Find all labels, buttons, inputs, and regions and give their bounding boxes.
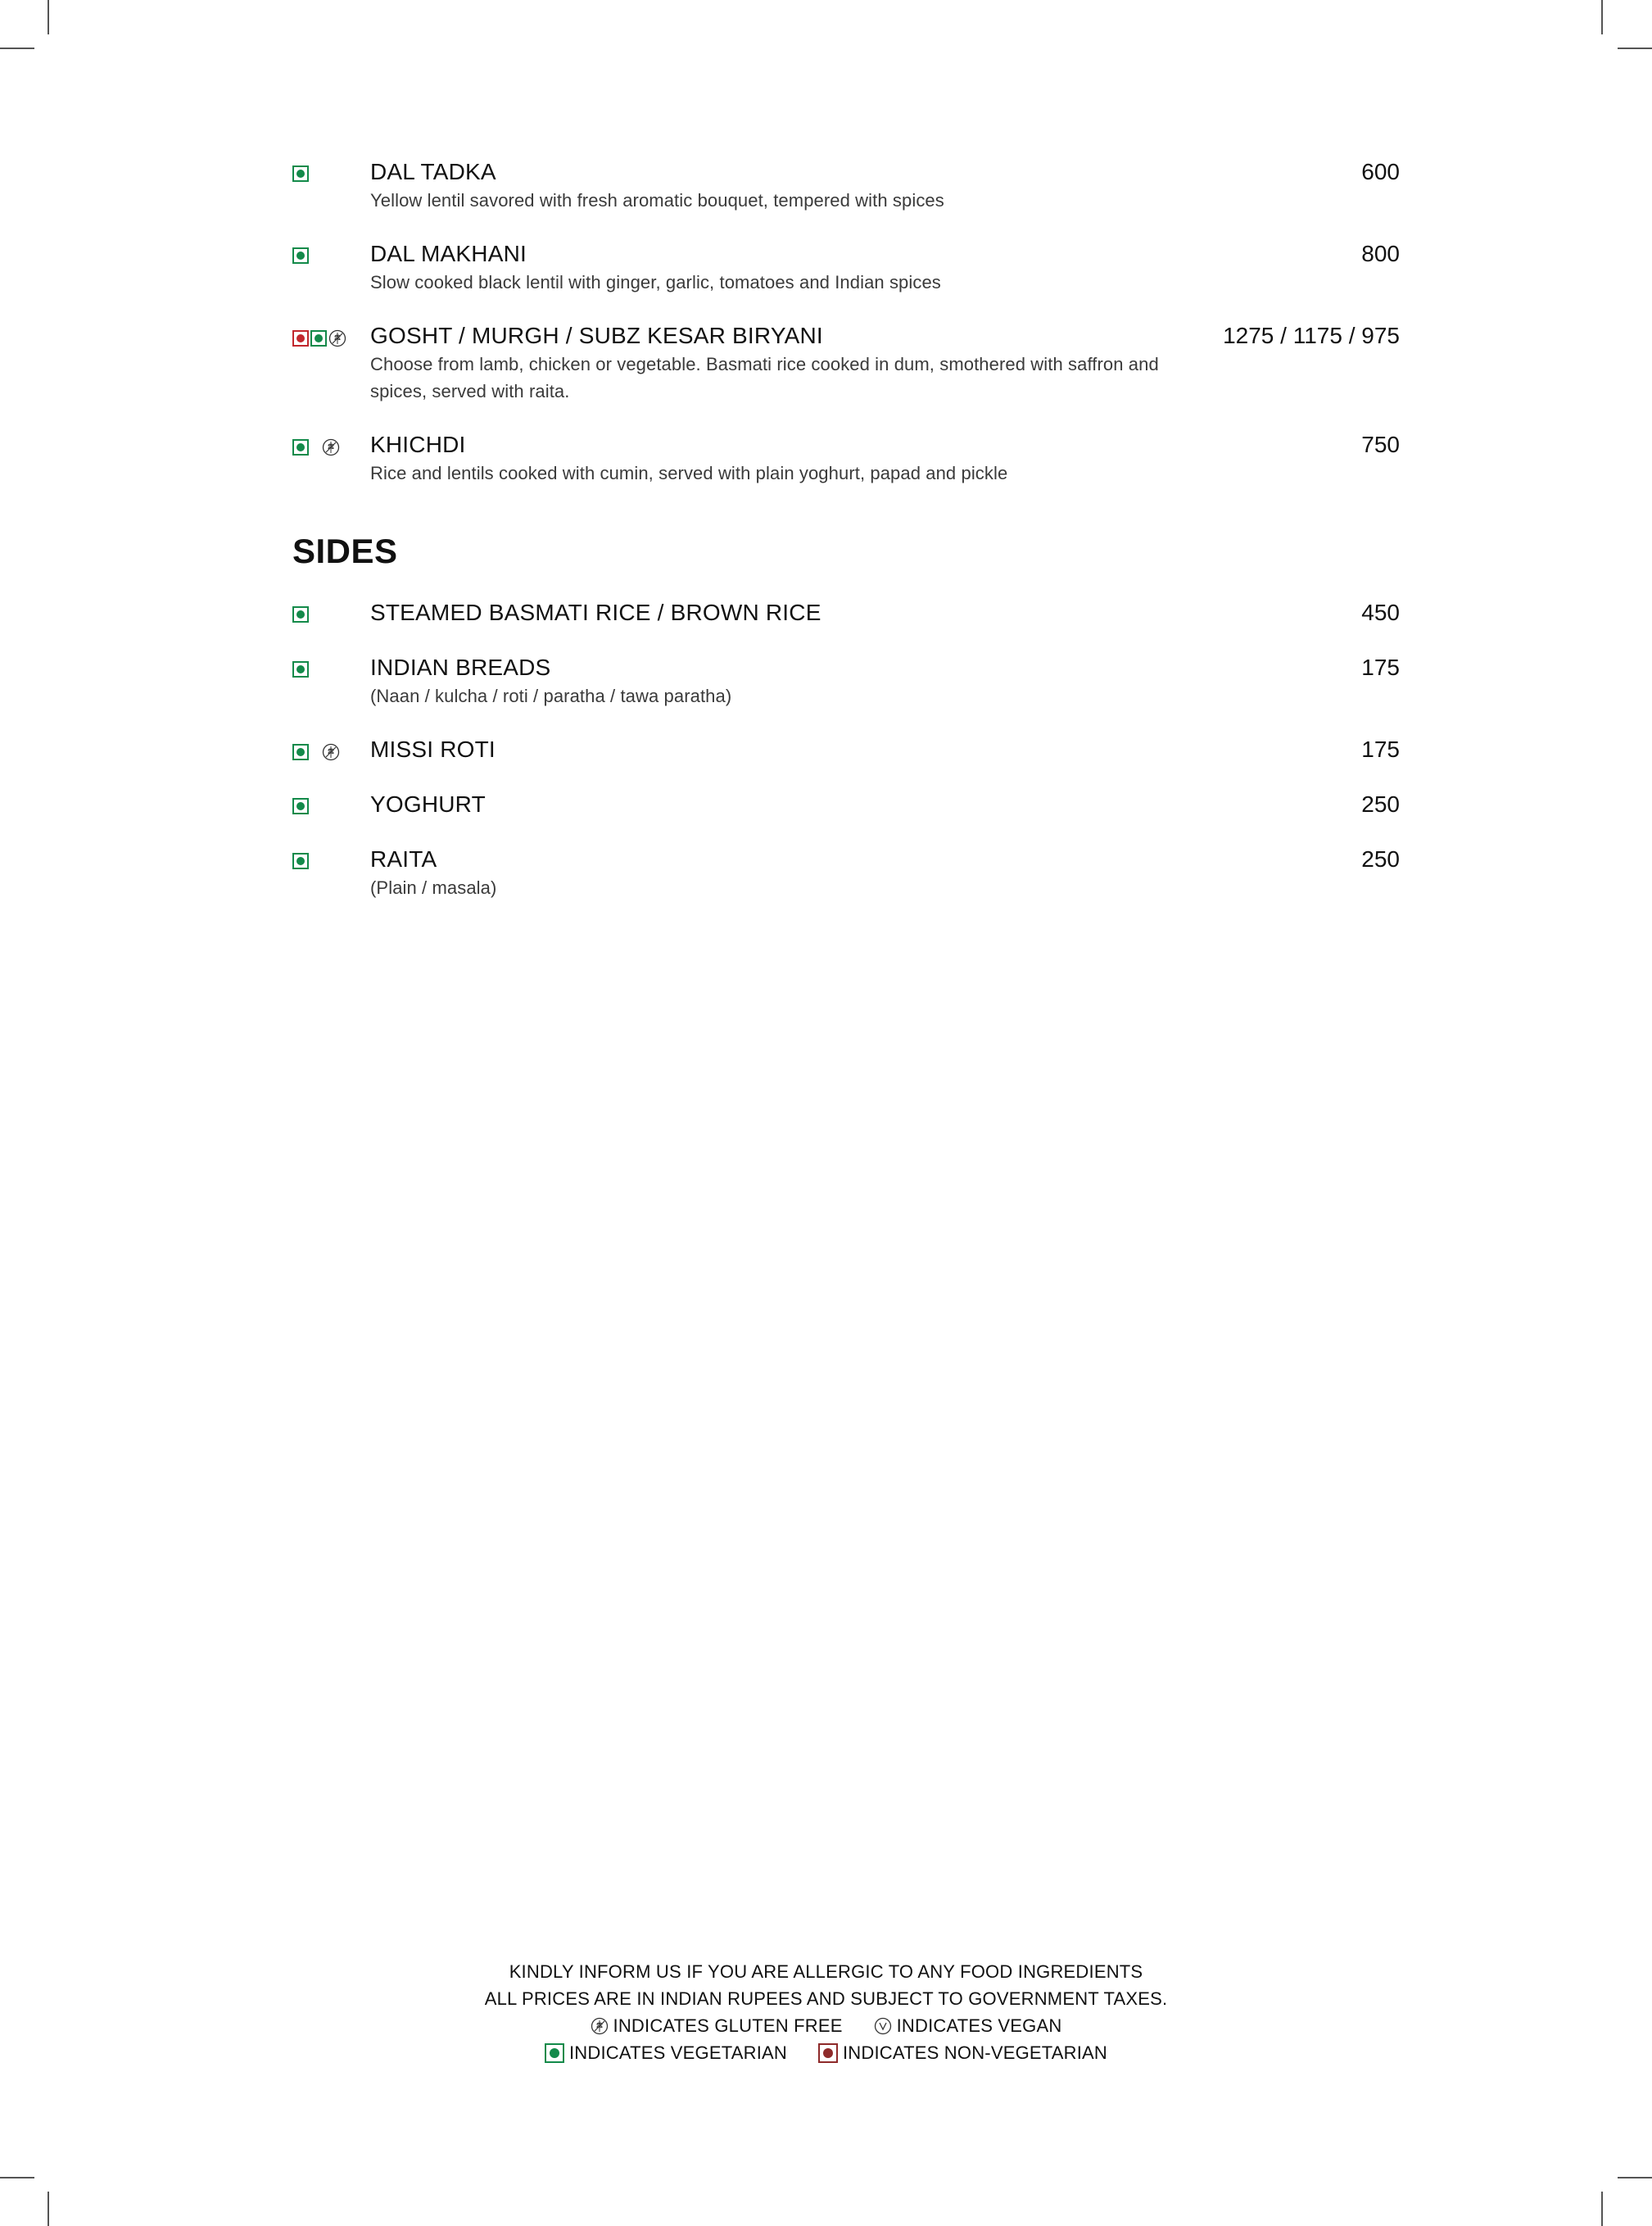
- dietary-icons: [292, 798, 309, 814]
- dietary-icons: [292, 853, 309, 869]
- dietary-icons: [292, 247, 309, 264]
- menu-item-dal-tadka: DAL TADKA Yellow lentil savored with fre…: [292, 157, 1400, 214]
- item-name: INDIAN BREADS: [370, 655, 551, 680]
- crop-mark: [0, 48, 34, 49]
- crop-mark: [1618, 2177, 1652, 2178]
- dietary-icons: [292, 661, 309, 678]
- menu-item-khichdi: KHICHDI Rice and lentils cooked with cum…: [292, 430, 1400, 487]
- legend-line: INDICATES VEGETARIAN INDICATES NON-VEGET…: [0, 2039, 1652, 2066]
- vegetarian-icon: [292, 853, 309, 869]
- menu-item-missi-roti: MISSI ROTI 175: [292, 735, 1400, 764]
- vegetarian-icon: [292, 439, 309, 456]
- item-price: 800: [1361, 241, 1400, 266]
- gluten-free-icon: [328, 329, 346, 347]
- menu-item-biryani: GOSHT / MURGH / SUBZ KESAR BIRYANI Choos…: [292, 321, 1400, 405]
- legend-vegetarian: INDICATES VEGETARIAN: [568, 2042, 787, 2063]
- vegetarian-icon: [310, 330, 327, 347]
- item-price: 175: [1361, 737, 1400, 762]
- item-description: (Plain / masala): [370, 877, 497, 898]
- item-description: (Naan / kulcha / roti / paratha / tawa p…: [370, 686, 732, 706]
- crop-mark: [48, 0, 49, 34]
- menu-section: DAL TADKA Yellow lentil savored with fre…: [292, 157, 1400, 487]
- gluten-free-icon: [322, 438, 340, 456]
- menu-item-steamed-rice: STEAMED BASMATI RICE / BROWN RICE 450: [292, 598, 1400, 628]
- item-description: Yellow lentil savored with fresh aromati…: [370, 190, 944, 211]
- vegetarian-icon: [544, 2042, 564, 2063]
- vegetarian-icon: [292, 744, 309, 760]
- crop-mark: [0, 2177, 34, 2178]
- item-price: 1275 / 1175 / 975: [1223, 323, 1400, 348]
- item-description: Choose from lamb, chicken or vegetable. …: [370, 354, 1159, 401]
- vegetarian-icon: [292, 798, 309, 814]
- dietary-icons: [292, 606, 309, 623]
- item-description: Rice and lentils cooked with cumin, serv…: [370, 463, 1008, 483]
- item-price: 250: [1361, 846, 1400, 872]
- crop-mark: [1601, 2192, 1603, 2226]
- dietary-icons: [292, 743, 340, 761]
- legend-line: INDICATES GLUTEN FREE INDICATES VEGAN: [0, 2012, 1652, 2039]
- vegetarian-icon: [292, 606, 309, 623]
- dietary-icons: [292, 165, 309, 182]
- menu-item-indian-breads: INDIAN BREADS (Naan / kulcha / roti / pa…: [292, 653, 1400, 710]
- item-price: 175: [1361, 655, 1400, 680]
- gluten-free-icon: [591, 2017, 608, 2034]
- item-name: DAL MAKHANI: [370, 241, 527, 266]
- allergy-note: KINDLY INFORM US IF YOU ARE ALLERGIC TO …: [509, 1961, 1143, 1982]
- non-vegetarian-icon: [292, 330, 309, 347]
- item-name: KHICHDI: [370, 432, 466, 457]
- item-description: Slow cooked black lentil with ginger, ga…: [370, 272, 941, 292]
- legend-vegan: INDICATES VEGAN: [896, 2015, 1062, 2036]
- legend-non-vegetarian: INDICATES NON-VEGETARIAN: [842, 2042, 1108, 2063]
- menu-section: SIDES STEAMED BASMATI RICE / BROWN RICE …: [292, 532, 1400, 901]
- legend-gluten-free: INDICATES GLUTEN FREE: [613, 2015, 843, 2036]
- item-price: 450: [1361, 600, 1400, 625]
- non-vegetarian-icon: [817, 2042, 838, 2063]
- gluten-free-icon: [322, 743, 340, 761]
- vegan-icon: [874, 2017, 891, 2034]
- vegetarian-icon: [292, 165, 309, 182]
- item-name: RAITA: [370, 846, 437, 872]
- crop-mark: [1618, 48, 1652, 49]
- crop-mark: [1601, 0, 1603, 34]
- menu-item-raita: RAITA (Plain / masala) 250: [292, 845, 1400, 901]
- dietary-icons: [292, 329, 346, 347]
- menu-item-dal-makhani: DAL MAKHANI Slow cooked black lentil wit…: [292, 239, 1400, 296]
- vegetarian-icon: [292, 661, 309, 678]
- section-heading: SIDES: [292, 532, 398, 570]
- price-note: ALL PRICES ARE IN INDIAN RUPEES AND SUBJ…: [484, 1988, 1168, 2009]
- crop-mark: [48, 2192, 49, 2226]
- menu-item-yoghurt: YOGHURT 250: [292, 790, 1400, 819]
- item-price: 750: [1361, 432, 1400, 457]
- item-name: MISSI ROTI: [370, 737, 496, 762]
- dietary-icons: [292, 438, 340, 456]
- item-price: 600: [1361, 159, 1400, 184]
- menu-footer: KINDLY INFORM US IF YOU ARE ALLERGIC TO …: [0, 1958, 1652, 2066]
- menu-page: DAL TADKA Yellow lentil savored with fre…: [292, 157, 1400, 927]
- item-name: DAL TADKA: [370, 159, 496, 184]
- item-name: STEAMED BASMATI RICE / BROWN RICE: [370, 600, 821, 625]
- item-price: 250: [1361, 791, 1400, 817]
- vegetarian-icon: [292, 247, 309, 264]
- item-name: YOGHURT: [370, 791, 486, 817]
